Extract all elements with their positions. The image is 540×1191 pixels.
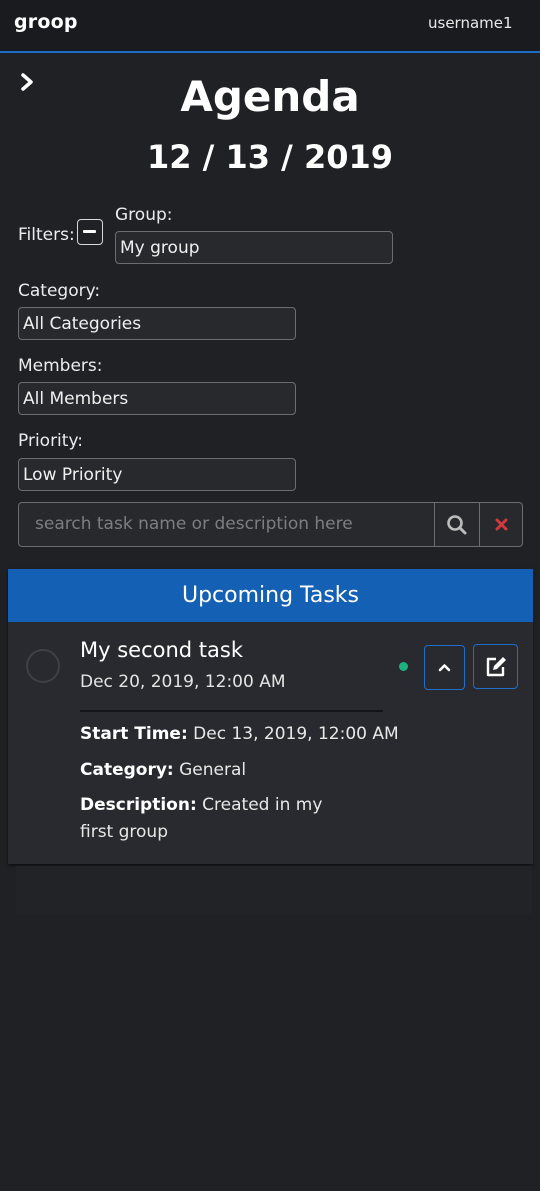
task-divider xyxy=(80,710,383,712)
page-title: Agenda xyxy=(180,72,360,121)
task-category: Category: General xyxy=(80,757,400,784)
filters-label: Filters: xyxy=(18,225,75,245)
start-time-label: Start Time: xyxy=(80,724,188,744)
search-button[interactable] xyxy=(434,503,479,546)
category-select[interactable]: All Categories xyxy=(18,307,296,340)
task-description: Description: Created in my first group xyxy=(80,792,350,846)
complete-task-checkbox[interactable] xyxy=(26,649,60,683)
username-link[interactable]: username1 xyxy=(428,14,513,32)
edit-icon xyxy=(486,657,506,677)
start-time-value: Dec 13, 2019, 12:00 AM xyxy=(193,724,399,744)
upcoming-tasks-header: Upcoming Tasks xyxy=(8,569,533,622)
members-select[interactable]: All Members xyxy=(18,382,296,415)
members-label: Members: xyxy=(18,356,103,376)
status-dot-icon xyxy=(399,662,408,671)
card-footer-shadow xyxy=(16,866,532,914)
category-detail-value: General xyxy=(179,760,247,780)
navbar: groop username1 xyxy=(0,0,540,53)
category-detail-label: Category: xyxy=(80,760,174,780)
agenda-date: 12 / 13 / 2019 xyxy=(146,138,394,176)
task-name: My second task xyxy=(80,638,243,662)
close-icon xyxy=(495,518,508,531)
search-icon xyxy=(447,515,467,535)
search-bar: search task name or description here xyxy=(18,502,523,547)
brand-logo[interactable]: groop xyxy=(14,11,78,33)
category-label: Category: xyxy=(18,281,101,301)
priority-label: Priority: xyxy=(18,431,83,451)
priority-select[interactable]: Low Priority xyxy=(18,458,296,491)
task-start-time: Start Time: Dec 13, 2019, 12:00 AM xyxy=(80,721,400,748)
description-label: Description: xyxy=(80,795,197,815)
group-label: Group: xyxy=(115,205,173,225)
chevron-up-icon xyxy=(438,664,451,672)
group-select[interactable]: My group xyxy=(115,231,393,264)
edit-task-button[interactable] xyxy=(473,644,518,689)
clear-search-button[interactable] xyxy=(479,503,522,546)
collapse-task-button[interactable] xyxy=(424,645,465,690)
task-due-date: Dec 20, 2019, 12:00 AM xyxy=(80,672,286,692)
search-input[interactable]: search task name or description here xyxy=(35,514,353,534)
collapse-filters-button[interactable] xyxy=(77,219,103,245)
